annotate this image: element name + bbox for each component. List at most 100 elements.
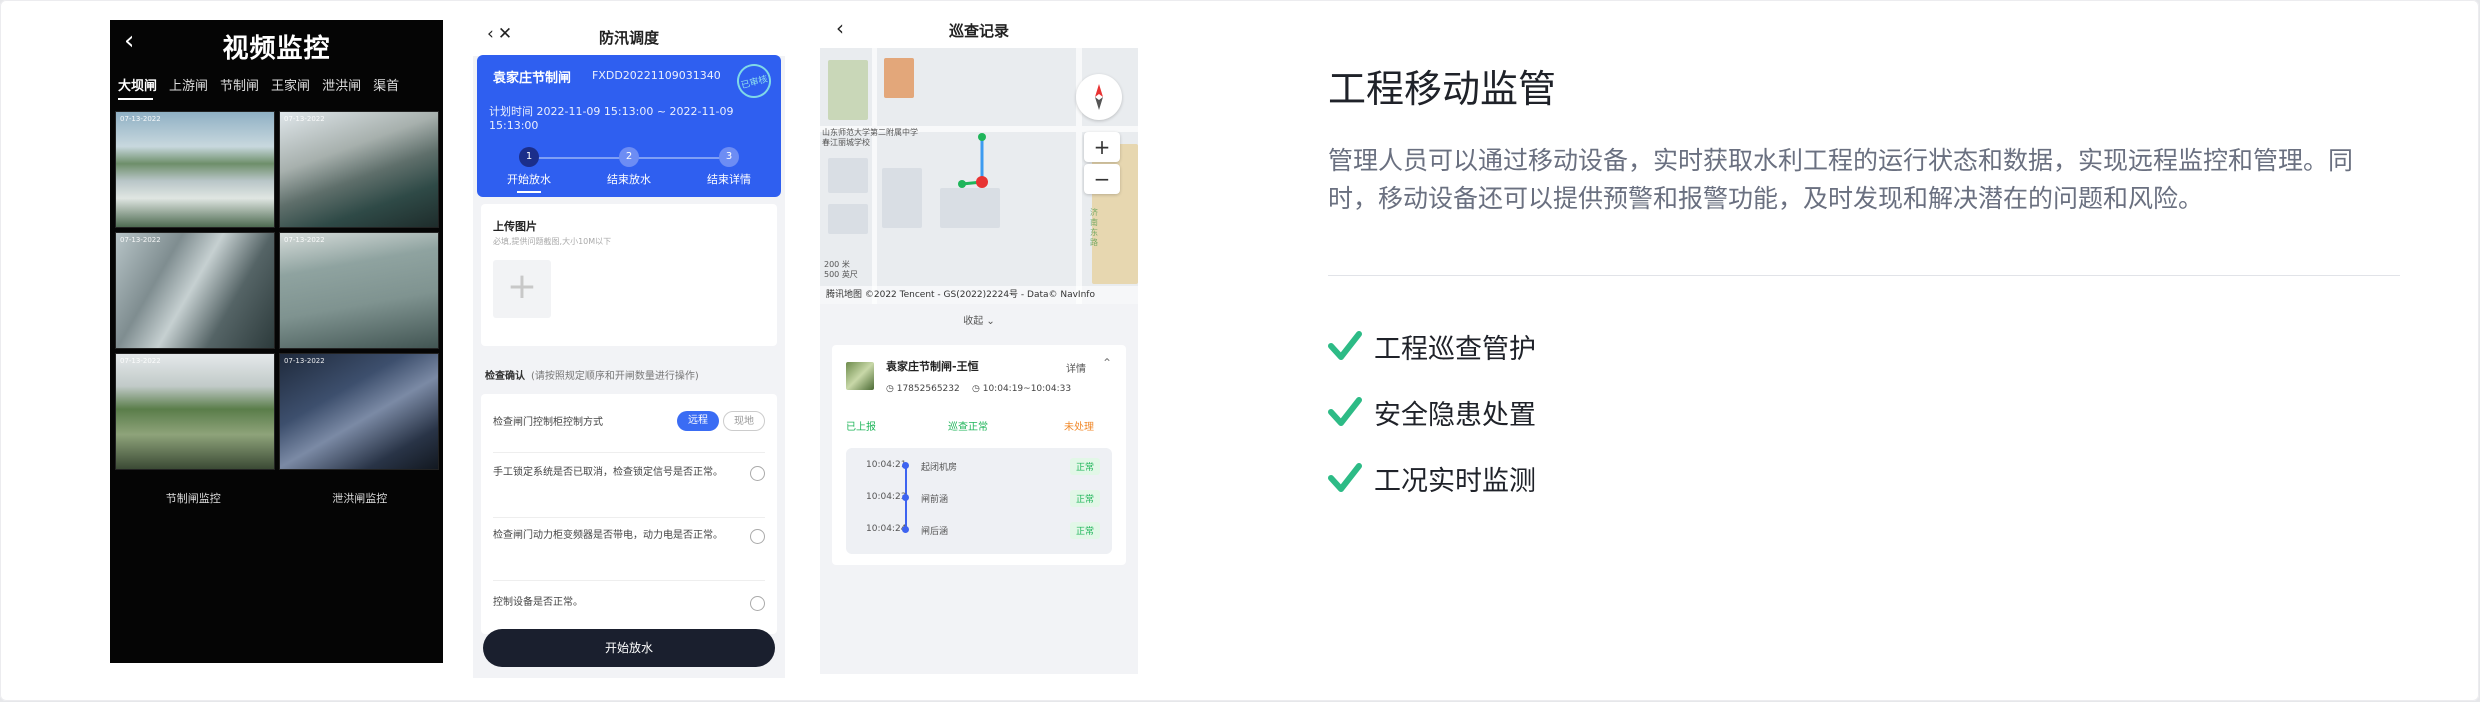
clock-icon: ◷ [972, 384, 980, 394]
check-label: 控制设备是否正常。 [493, 597, 583, 608]
step-label: 开始放水 [489, 171, 569, 193]
feature-item: 安全隐患处置 [1328, 392, 1536, 432]
camera-label: 节制闸监控 [165, 492, 221, 505]
avatar [846, 362, 874, 390]
step-1[interactable]: 1 开始放水 [489, 147, 569, 193]
patrol-card: 袁家庄节制闸-王恒 详情 ⌃ ◷ 17852565232 ◷ 10:04:19~… [832, 345, 1126, 565]
camera-feed[interactable]: 07-13-2022 [115, 111, 275, 228]
step-3[interactable]: 3 结束详情 [689, 147, 769, 187]
camera-timestamp: 07-13-2022 [284, 115, 325, 123]
collapse-label: 收起 [963, 316, 984, 327]
check-item[interactable]: 检查闸门动力柜变频器是否带电，动力电是否正常。 [493, 527, 765, 544]
add-image-button[interactable]: + [493, 260, 551, 318]
screen-title: 视频监控 [222, 34, 331, 64]
camera-feed[interactable]: 07-13-2022 [279, 232, 439, 349]
collapse-toggle[interactable]: 收起 ⌄ [820, 312, 1138, 327]
tab-3[interactable]: 节制闸 [220, 75, 259, 94]
timeline-dot [902, 494, 909, 501]
time-range: 10:04:19~10:04:33 [982, 384, 1072, 394]
feature-label: 工程巡查管护 [1374, 333, 1536, 365]
record-name: 袁家庄节制闸-王恒 [886, 360, 979, 373]
tab-4[interactable]: 王家闸 [271, 75, 310, 94]
status-unprocessed: 未处理 [1064, 422, 1094, 433]
phone-number: 17852565232 [896, 384, 960, 394]
timeline-dot [902, 462, 909, 469]
camera-timestamp: 07-13-2022 [284, 357, 325, 365]
section-description: 管理人员可以通过移动设备，实时获取水利工程的运行状态和数据，实现远程监控和管理。… [1328, 146, 2354, 213]
camera-feed[interactable]: 07-13-2022 [115, 232, 275, 349]
status-badge: 正常 [1069, 490, 1100, 507]
divider [493, 452, 765, 453]
status-badge: 正常 [1069, 522, 1100, 539]
check-header: 检查确认 (请按照规定顺序和开闸数量进行操作) [485, 367, 699, 382]
check-label: 检查闸门控制柜控制方式 [493, 417, 603, 428]
check-hint: (请按照规定顺序和开闸数量进行操作) [531, 371, 699, 382]
start-release-button[interactable]: 开始放水 [483, 629, 775, 667]
step-2[interactable]: 2 结束放水 [589, 147, 669, 187]
camera-tabs: 大坝闸 上游闸 节制闸 王家闸 泄洪闸 渠首 [110, 66, 443, 102]
timeline-item: 起闭机房 [921, 463, 958, 473]
dispatch-code: FXDD20221109031340 [592, 69, 721, 82]
map[interactable]: 山东师范大学第二附属中学春江丽城学校 济南东路 + − 200 米 500 英尺 … [820, 48, 1138, 304]
time-row: ◷ 10:04:19~10:04:33 [972, 384, 1071, 394]
nav-bar: ‹✕ 防汛调度 [473, 18, 785, 56]
check-item[interactable]: 控制设备是否正常。 [493, 594, 765, 611]
check-radio[interactable] [750, 596, 765, 611]
camera-feed[interactable]: 07-13-2022 [115, 353, 275, 470]
detail-link[interactable]: 详情 [1066, 360, 1086, 375]
check-label: 手工锁定系统是否已取消，检查锁定信号是否正常。 [493, 467, 723, 478]
upload-hint: 必填,提供问题截图,大小10M以下 [493, 237, 612, 246]
timeline-row: 10:04:24 闸后涵 正常 [846, 520, 1112, 540]
patrol-record-screen: ‹ 巡查记录 山东师范大学第二附属中学春江丽城学校 济南东路 + − 200 米… [820, 12, 1138, 674]
plan-time: 计划时间 2022-11-09 15:13:00 ~ 2022-11-09 15… [489, 105, 734, 132]
timeline-item: 闸后涵 [921, 527, 949, 537]
camera-feed[interactable]: 07-13-2022 [279, 111, 439, 228]
tab-5[interactable]: 泄洪闸 [322, 75, 361, 94]
step-label: 结束详情 [707, 173, 751, 186]
dispatch-card: 袁家庄节制闸 FXDD20221109031340 已审核 计划时间 2022-… [477, 55, 781, 197]
content-panel: ‹ 视频监控 大坝闸 上游闸 节制闸 王家闸 泄洪闸 渠首 07-13-2022… [0, 0, 2479, 701]
tab-6[interactable]: 渠首 [373, 75, 399, 94]
clock-icon: ◷ [886, 384, 894, 394]
camera-timestamp: 07-13-2022 [284, 236, 325, 244]
upload-section: 上传图片 必填,提供问题截图,大小10M以下 + [481, 204, 777, 346]
timeline-time: 10:04:24 [866, 524, 907, 534]
map-attribution: 腾讯地图 ©2022 Tencent - GS(2022)2224号 - Dat… [820, 286, 1138, 304]
check-list: 检查闸门控制柜控制方式 远程 现地 手工锁定系统是否已取消，检查锁定信号是否正常… [481, 394, 777, 634]
header: ‹ 视频监控 [110, 20, 443, 66]
section-title: 工程移动监管 [1328, 67, 1557, 111]
approved-stamp: 已审核 [733, 60, 775, 102]
camera-feed[interactable]: 07-13-2022 [279, 353, 439, 470]
feature-label: 安全隐患处置 [1374, 399, 1536, 431]
screen-title: 巡查记录 [948, 22, 1009, 40]
check-item[interactable]: 手工锁定系统是否已取消，检查锁定信号是否正常。 [493, 464, 765, 481]
tab-1[interactable]: 大坝闸 [118, 75, 157, 100]
camera-label: 泄洪闸监控 [332, 492, 388, 505]
compass-icon[interactable] [1076, 74, 1122, 120]
zoom-out-button[interactable]: − [1084, 164, 1120, 194]
check-icon [1328, 331, 1362, 360]
check-label: 检查闸门动力柜变频器是否带电，动力电是否正常。 [493, 530, 723, 541]
chevron-up-icon[interactable]: ⌃ [1102, 356, 1112, 370]
check-title: 检查确认 [485, 371, 525, 382]
check-icon [1328, 397, 1362, 426]
timeline-time: 10:04:23 [866, 492, 907, 502]
status-reported: 已上报 [846, 422, 876, 433]
zoom-in-button[interactable]: + [1084, 132, 1120, 162]
check-icon [1328, 463, 1362, 492]
check-radio[interactable] [750, 466, 765, 481]
check-radio[interactable] [750, 529, 765, 544]
timeline-row: 10:04:23 闸前涵 正常 [846, 488, 1112, 508]
divider [1328, 275, 2400, 276]
timeline-dot [902, 526, 909, 533]
timeline-row: 10:04:21 起闭机房 正常 [846, 456, 1112, 476]
scale-metric: 200 米 [824, 260, 850, 269]
remote-option[interactable]: 远程 [677, 411, 719, 431]
timeline-item: 闸前涵 [921, 495, 949, 505]
nav-bar: ‹ 巡查记录 [820, 12, 1138, 48]
map-scale: 200 米 500 英尺 [824, 260, 858, 280]
tab-2[interactable]: 上游闸 [169, 75, 208, 94]
local-option[interactable]: 现地 [723, 411, 765, 431]
divider [493, 517, 765, 518]
camera-timestamp: 07-13-2022 [120, 357, 161, 365]
